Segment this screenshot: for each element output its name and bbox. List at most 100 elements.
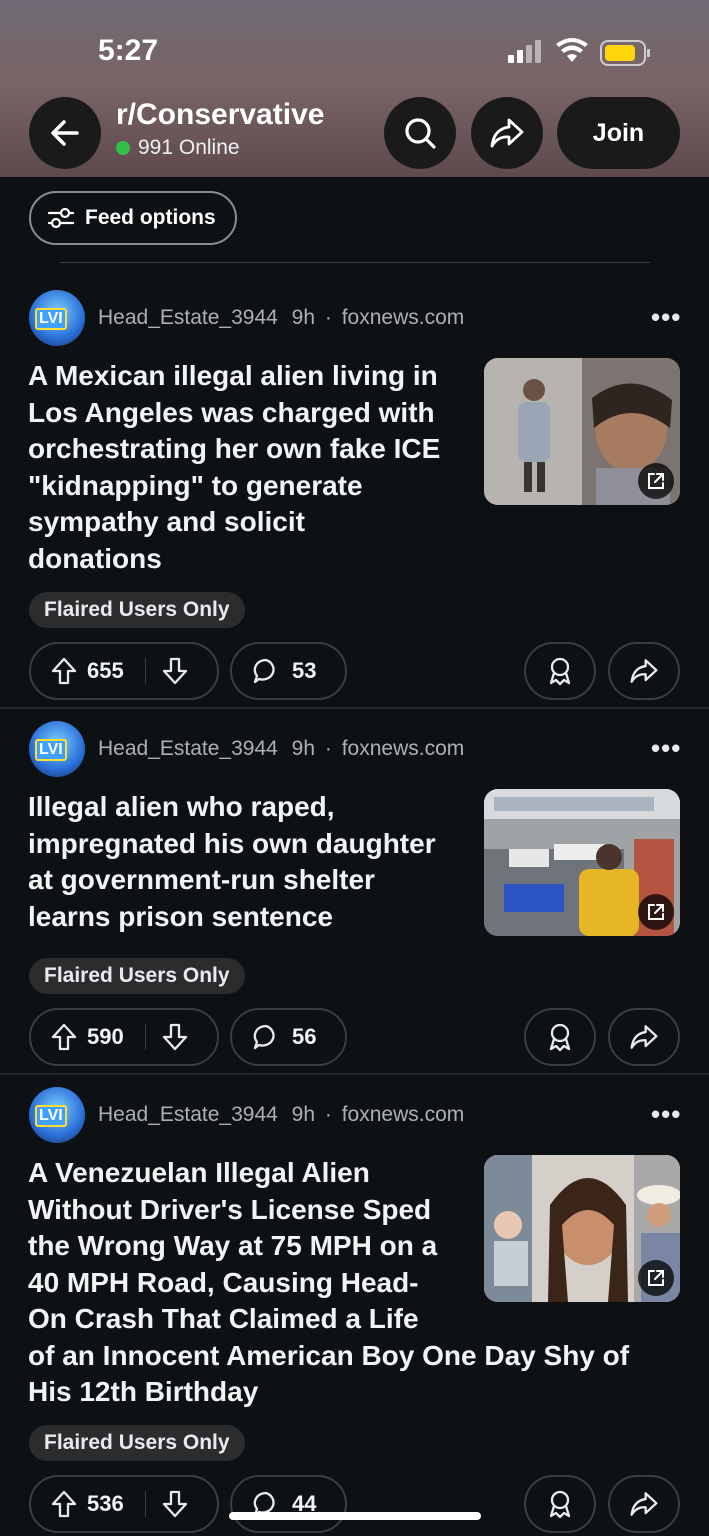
home-indicator[interactable] bbox=[229, 1512, 481, 1520]
post-meta: Head_Estate_3944 9h · foxnews.com bbox=[98, 737, 464, 761]
post-title[interactable]: Illegal alien who raped, impregnated his… bbox=[28, 789, 436, 935]
comment-icon bbox=[253, 658, 275, 684]
back-button[interactable] bbox=[29, 97, 101, 169]
more-options-icon[interactable]: ••• bbox=[651, 302, 681, 333]
post-thumbnail[interactable] bbox=[484, 1155, 680, 1302]
status-time: 5:27 bbox=[98, 34, 159, 67]
upvote-icon[interactable] bbox=[51, 657, 77, 685]
post-title-line: at government-run shelter bbox=[28, 864, 375, 895]
post-domain[interactable]: foxnews.com bbox=[342, 737, 465, 760]
comment-count: 56 bbox=[292, 1024, 317, 1049]
post-flair[interactable]: Flaired Users Only bbox=[29, 592, 245, 628]
vote-count: 590 bbox=[87, 1024, 124, 1049]
post-age: 9h bbox=[291, 306, 316, 329]
divider bbox=[145, 1491, 146, 1517]
external-link-icon bbox=[638, 1260, 674, 1296]
vote-bar: 590 bbox=[29, 1008, 219, 1066]
meta-dot: · bbox=[324, 737, 332, 760]
post-title-line: "kidnapping" to generate bbox=[28, 469, 363, 501]
upvote-icon[interactable] bbox=[51, 1023, 77, 1051]
post-title-line: of an Innocent American Boy One Day Shy … bbox=[28, 1339, 630, 1371]
comments-button[interactable]: 56 bbox=[230, 1008, 347, 1066]
share-button[interactable] bbox=[608, 1008, 680, 1066]
post-title-line: learns prison sentence bbox=[28, 900, 334, 932]
share-button[interactable] bbox=[608, 642, 680, 700]
post-age: 9h bbox=[291, 737, 316, 760]
downvote-icon[interactable] bbox=[162, 1023, 188, 1051]
vote-count: 655 bbox=[87, 658, 124, 683]
share-button[interactable] bbox=[608, 1475, 680, 1533]
comment-icon bbox=[253, 1024, 275, 1050]
post-flair[interactable]: Flaired Users Only bbox=[29, 958, 245, 994]
award-button[interactable] bbox=[524, 1008, 596, 1066]
comments-button[interactable]: 53 bbox=[230, 642, 347, 700]
online-dot-icon bbox=[116, 141, 130, 155]
post-age: 9h bbox=[291, 1103, 316, 1126]
post-title-line: orchestrating her own fake ICE bbox=[28, 433, 441, 464]
feed-options-button[interactable]: Feed options bbox=[29, 191, 237, 245]
post-thumbnail[interactable] bbox=[484, 789, 680, 936]
search-button[interactable] bbox=[384, 97, 456, 169]
post-title-line: A Mexican illegal alien living in bbox=[28, 360, 438, 391]
award-button[interactable] bbox=[524, 642, 596, 700]
search-icon bbox=[405, 118, 436, 149]
online-count: 991 Online bbox=[116, 136, 240, 160]
post-title[interactable]: A Mexican illegal alien living in Los An… bbox=[28, 358, 440, 577]
share-icon bbox=[630, 1492, 658, 1516]
post-title-line: His 12th Birthday bbox=[28, 1376, 259, 1407]
post-meta: Head_Estate_3944 9h · foxnews.com bbox=[98, 306, 464, 330]
post-domain[interactable]: foxnews.com bbox=[342, 1103, 465, 1126]
meta-dot: · bbox=[324, 1103, 332, 1126]
post-author[interactable]: Head_Estate_3944 bbox=[98, 306, 278, 329]
post-title-line: Los Angeles was charged with bbox=[28, 396, 435, 428]
online-count-label: 991 Online bbox=[138, 136, 240, 159]
post-divider bbox=[0, 1073, 709, 1075]
downvote-icon[interactable] bbox=[162, 657, 188, 685]
divider bbox=[60, 262, 650, 263]
join-button[interactable]: Join bbox=[557, 97, 680, 169]
meta-dot: · bbox=[324, 306, 332, 329]
upvote-icon[interactable] bbox=[51, 1490, 77, 1518]
sliders-icon bbox=[47, 207, 75, 229]
share-icon bbox=[630, 1025, 658, 1049]
avatar[interactable]: LVI bbox=[29, 1087, 85, 1143]
award-button[interactable] bbox=[524, 1475, 596, 1533]
award-icon bbox=[549, 1490, 571, 1519]
post-author[interactable]: Head_Estate_3944 bbox=[98, 1103, 278, 1126]
post-meta: Head_Estate_3944 9h · foxnews.com bbox=[98, 1103, 464, 1127]
post-thumbnail[interactable] bbox=[484, 358, 680, 505]
signal-icon bbox=[508, 40, 541, 63]
comment-count: 53 bbox=[292, 658, 317, 683]
post-divider bbox=[0, 707, 709, 709]
post-title-line: donations bbox=[28, 542, 162, 574]
more-options-icon[interactable]: ••• bbox=[651, 733, 681, 764]
post-title-line: On Crash That Claimed a Life bbox=[28, 1303, 419, 1334]
external-link-icon bbox=[638, 463, 674, 499]
post-author[interactable]: Head_Estate_3944 bbox=[98, 737, 278, 760]
award-icon bbox=[549, 1023, 571, 1052]
back-arrow-icon bbox=[51, 120, 79, 146]
battery-icon bbox=[600, 40, 650, 66]
more-options-icon[interactable]: ••• bbox=[651, 1099, 681, 1130]
share-subreddit-button[interactable] bbox=[471, 97, 543, 169]
post-title-line: sympathy and solicit bbox=[28, 506, 305, 537]
share-icon bbox=[630, 659, 658, 683]
vote-bar: 536 bbox=[29, 1475, 219, 1533]
vote-count: 536 bbox=[87, 1491, 124, 1516]
award-icon bbox=[549, 657, 571, 686]
vote-bar: 655 bbox=[29, 642, 219, 700]
post-domain[interactable]: foxnews.com bbox=[342, 306, 465, 329]
subreddit-name[interactable]: r/Conservative bbox=[116, 98, 324, 132]
comments-button[interactable]: 44 bbox=[230, 1475, 347, 1533]
divider bbox=[145, 658, 146, 684]
post-flair[interactable]: Flaired Users Only bbox=[29, 1425, 245, 1461]
avatar[interactable]: LVI bbox=[29, 290, 85, 346]
divider bbox=[145, 1024, 146, 1050]
share-icon bbox=[490, 118, 524, 148]
downvote-icon[interactable] bbox=[162, 1490, 188, 1518]
post-title-line: impregnated his own daughter bbox=[28, 827, 436, 859]
post-title-line: Illegal alien who raped, bbox=[28, 791, 335, 822]
feed-options-label: Feed options bbox=[85, 206, 216, 229]
external-link-icon bbox=[638, 894, 674, 930]
avatar[interactable]: LVI bbox=[29, 721, 85, 777]
